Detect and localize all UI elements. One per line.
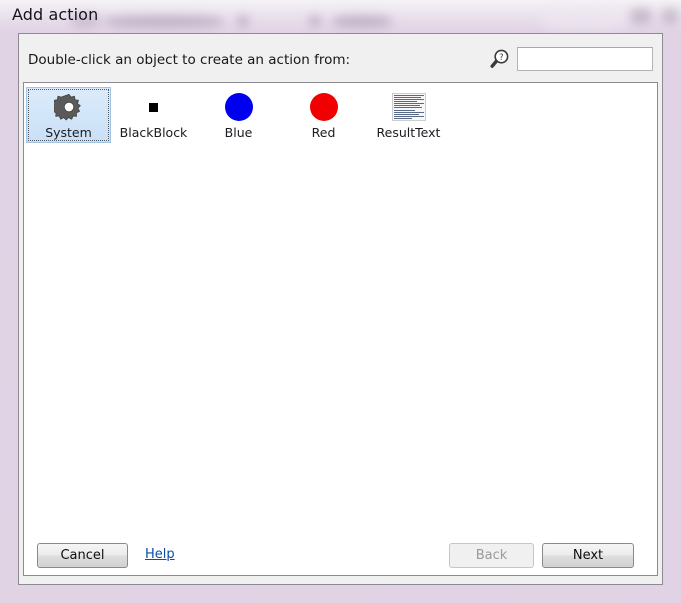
list-item-label: ResultText <box>376 125 441 140</box>
list-item-resulttext[interactable]: ResultText <box>366 87 451 143</box>
window-title: Add action <box>12 5 99 24</box>
list-item-blackblock[interactable]: BlackBlock <box>111 87 196 143</box>
magnifier-question-icon[interactable]: ? <box>489 48 511 70</box>
cancel-button[interactable]: Cancel <box>37 543 128 568</box>
list-item-label: System <box>45 125 92 140</box>
search-area: ? <box>489 47 653 71</box>
list-item-system[interactable]: System <box>26 87 111 143</box>
footer-button-bar: Cancel Help Back Next <box>19 528 662 584</box>
list-item-label: Blue <box>224 125 253 140</box>
help-link[interactable]: Help <box>145 547 175 562</box>
svg-text:?: ? <box>499 52 503 62</box>
next-button[interactable]: Next <box>542 543 634 568</box>
dialog-window: Add action Double-click an object to cre… <box>0 0 681 603</box>
instruction-label: Double-click an object to create an acti… <box>28 52 351 68</box>
text-thumbnail-icon <box>389 91 429 123</box>
dialog-body: Double-click an object to create an acti… <box>18 33 663 585</box>
back-button: Back <box>449 543 534 568</box>
gear-icon <box>49 91 89 123</box>
list-item-blue[interactable]: Blue <box>196 87 281 143</box>
list-item-red[interactable]: Red <box>281 87 366 143</box>
object-list[interactable]: System BlackBlock Blue Red ResultText <box>23 82 658 576</box>
list-item-label: BlackBlock <box>119 125 188 140</box>
red-circle-icon <box>304 91 344 123</box>
search-input[interactable] <box>517 47 653 71</box>
blue-circle-icon <box>219 91 259 123</box>
black-square-icon <box>134 91 174 123</box>
list-item-label: Red <box>311 125 336 140</box>
titlebar[interactable]: Add action <box>0 0 681 33</box>
